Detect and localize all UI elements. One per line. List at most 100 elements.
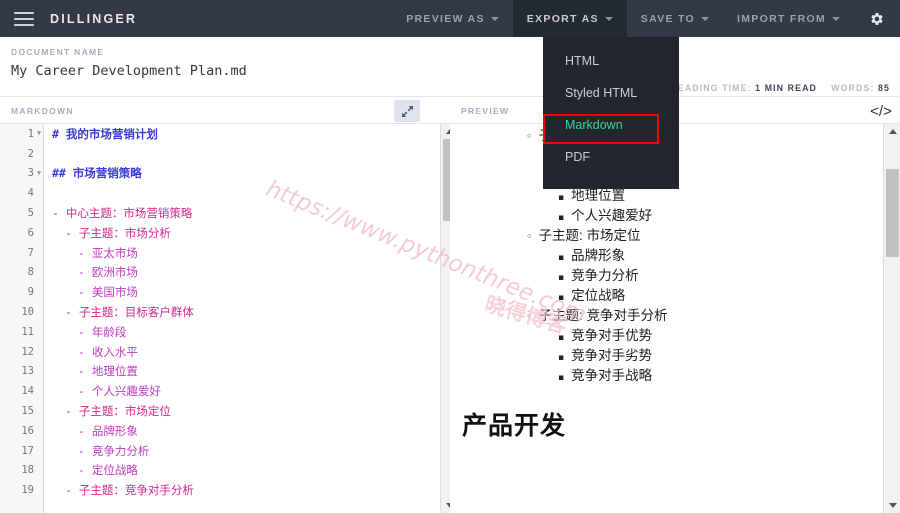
dropdown-item-html[interactable]: HTML [543, 45, 679, 77]
markdown-pane-header: MARKDOWN [0, 98, 450, 124]
nav-export-as[interactable]: EXPORT AS [512, 0, 627, 37]
editor-line[interactable]: 3 ▼ ## 市场营销策略 [0, 164, 440, 184]
editor-line-number: 11 [21, 325, 34, 338]
editor-line-number: 3 [27, 167, 34, 180]
preview-list-item: ▪ 定位战略 [450, 284, 883, 304]
editor-line[interactable]: 19 - 子主题：竞争对手分析 [0, 480, 440, 500]
editor-line[interactable]: 15 - 子主题：市场定位 [0, 401, 440, 421]
view-source-button[interactable]: </> [868, 100, 894, 122]
editor-line[interactable]: 5 - 中心主题：市场营销策略 [0, 203, 440, 223]
editor-line-text: - 子主题：竞争对手分析 [65, 483, 194, 498]
preview-list-item: ▪ 竞争对手战略 [450, 364, 883, 384]
code-brackets-icon: </> [870, 102, 892, 120]
nav-preview-as[interactable]: PREVIEW AS [392, 0, 513, 37]
document-name-bar: DOCUMENT NAME My Career Development Plan… [0, 37, 900, 109]
preview-vertical-scrollbar[interactable] [883, 124, 900, 513]
editor-line[interactable]: 13 - 地理位置 [0, 362, 440, 382]
scroll-down-arrow-icon[interactable] [884, 498, 900, 513]
hamburger-menu-icon[interactable] [14, 11, 34, 26]
editor-line[interactable]: 1 ▼ # 我的市场营销计划 [0, 124, 440, 144]
markdown-editor[interactable]: 1 ▼ # 我的市场营销计划 2 3 ▼ ## 市场营销策略 4 5- 中心主题：市场营销策略 6… [0, 124, 440, 513]
editor-line[interactable]: 14 - 个人兴趣爱好 [0, 381, 440, 401]
nav-import-from-label: IMPORT FROM [737, 12, 826, 25]
editor-line[interactable]: 2 [0, 144, 440, 164]
preview-pane-title: PREVIEW [461, 106, 510, 116]
fold-toggle-icon[interactable]: ▼ [34, 169, 44, 177]
editor-line-text: ## 市场营销策略 [52, 166, 142, 181]
preview-list-item-text: 定位战略 [571, 288, 626, 303]
editor-line[interactable]: 8 - 欧洲市场 [0, 263, 440, 283]
preview-list-item-text: 竞争对手战略 [571, 368, 653, 383]
expand-editor-button[interactable] [394, 100, 420, 122]
dropdown-item-markdown[interactable]: Markdown [543, 109, 679, 141]
scroll-up-arrow-icon[interactable] [884, 124, 900, 139]
editor-line[interactable]: 4 [0, 183, 440, 203]
top-navigation-bar: DILLINGER PREVIEW AS EXPORT AS SAVE TO I… [0, 0, 900, 37]
preview-list-item: ◦ 子主题: 市场定位 [450, 224, 883, 244]
list-bullet-icon: ◦ [526, 310, 533, 323]
editor-line-text: - 定位战略 [78, 463, 138, 478]
editor-line-number: 12 [21, 345, 34, 358]
preview-list-item-text: 竞争对手劣势 [571, 348, 653, 363]
export-as-dropdown-menu[interactable]: HTML Styled HTML Markdown PDF [543, 37, 679, 189]
app-brand-title: DILLINGER [50, 11, 138, 26]
editor-line-text: # 我的市场营销计划 [52, 126, 158, 141]
preview-list-item: ▪ 竞争力分析 [450, 264, 883, 284]
editor-line-text: - 子主题：市场定位 [65, 404, 171, 419]
expand-arrows-icon [401, 105, 413, 117]
fold-toggle-icon[interactable]: ▼ [34, 130, 44, 137]
list-bullet-icon: ◦ [526, 230, 533, 243]
nav-preview-as-label: PREVIEW AS [406, 12, 485, 25]
reading-time-label: READING TIME: [670, 83, 752, 93]
editor-lines-container: 1 ▼ # 我的市场营销计划 2 3 ▼ ## 市场营销策略 4 5- 中心主题：市场营销策略 6… [0, 124, 440, 500]
nav-save-to[interactable]: SAVE TO [627, 0, 723, 37]
words-label: WORDS: [831, 83, 875, 93]
document-name-label: DOCUMENT NAME [11, 47, 105, 57]
dropdown-item-pdf[interactable]: PDF [543, 141, 679, 173]
list-bullet-icon: ▪ [558, 333, 565, 343]
editor-line[interactable]: 9 - 美国市场 [0, 282, 440, 302]
editor-line[interactable]: 12 - 收入水平 [0, 342, 440, 362]
preview-heading: 产品开发 [462, 412, 567, 440]
editor-line-number: 1 [27, 127, 34, 140]
editor-line-text: - 子主题：市场分析 [65, 225, 171, 240]
preview-list-item: ▪ 品牌形象 [450, 244, 883, 264]
chevron-down-icon [701, 17, 710, 21]
editor-line-text: - 中心主题：市场营销策略 [52, 206, 193, 221]
preview-scrollbar-thumb[interactable] [886, 169, 899, 257]
preview-list-item-text: 品牌形象 [571, 248, 626, 263]
editor-line-text: - 地理位置 [78, 364, 138, 379]
preview-list-item-text: 子主题: 市场定位 [538, 228, 641, 243]
editor-line-text: - 美国市场 [78, 285, 138, 300]
list-bullet-icon: ▪ [558, 213, 565, 223]
editor-line-text: - 年龄段 [78, 324, 127, 339]
words-value: 85 [878, 83, 890, 93]
editor-line[interactable]: 10 - 子主题：目标客户群体 [0, 302, 440, 322]
editor-line[interactable]: 17 - 竞争力分析 [0, 441, 440, 461]
settings-button[interactable] [854, 0, 900, 37]
editor-line[interactable]: 6 - 子主题：市场分析 [0, 223, 440, 243]
editor-line[interactable]: 16 - 品牌形象 [0, 421, 440, 441]
dropdown-item-styled-html[interactable]: Styled HTML [543, 77, 679, 109]
editor-line-text: - 竞争力分析 [78, 443, 150, 458]
editor-line-number: 6 [27, 226, 34, 239]
list-bullet-icon: ▪ [558, 193, 565, 203]
editor-line-number: 2 [27, 147, 34, 160]
chevron-down-icon [604, 17, 613, 21]
editor-line-number: 7 [27, 246, 34, 259]
editor-line[interactable]: 11 - 年龄段 [0, 322, 440, 342]
editor-line-number: 10 [21, 306, 34, 319]
editor-line[interactable]: 18 - 定位战略 [0, 461, 440, 481]
nav-import-from[interactable]: IMPORT FROM [723, 0, 854, 37]
chevron-down-icon [832, 17, 840, 21]
preview-list-item-text: 个人兴趣爱好 [571, 208, 653, 223]
document-stats-line-1: READING TIME: 1 MIN READ WORDS: 85 [670, 83, 890, 93]
editor-line-text: - 亚太市场 [78, 245, 138, 260]
editor-line-number: 8 [27, 266, 34, 279]
editor-line-text: - 收入水平 [78, 344, 138, 359]
editor-line[interactable]: 7 - 亚太市场 [0, 243, 440, 263]
editor-line-number: 4 [27, 187, 34, 200]
document-name-input[interactable]: My Career Development Plan.md [11, 63, 247, 79]
nav-export-as-label: EXPORT AS [526, 12, 599, 25]
editor-line-text: - 个人兴趣爱好 [78, 384, 161, 399]
